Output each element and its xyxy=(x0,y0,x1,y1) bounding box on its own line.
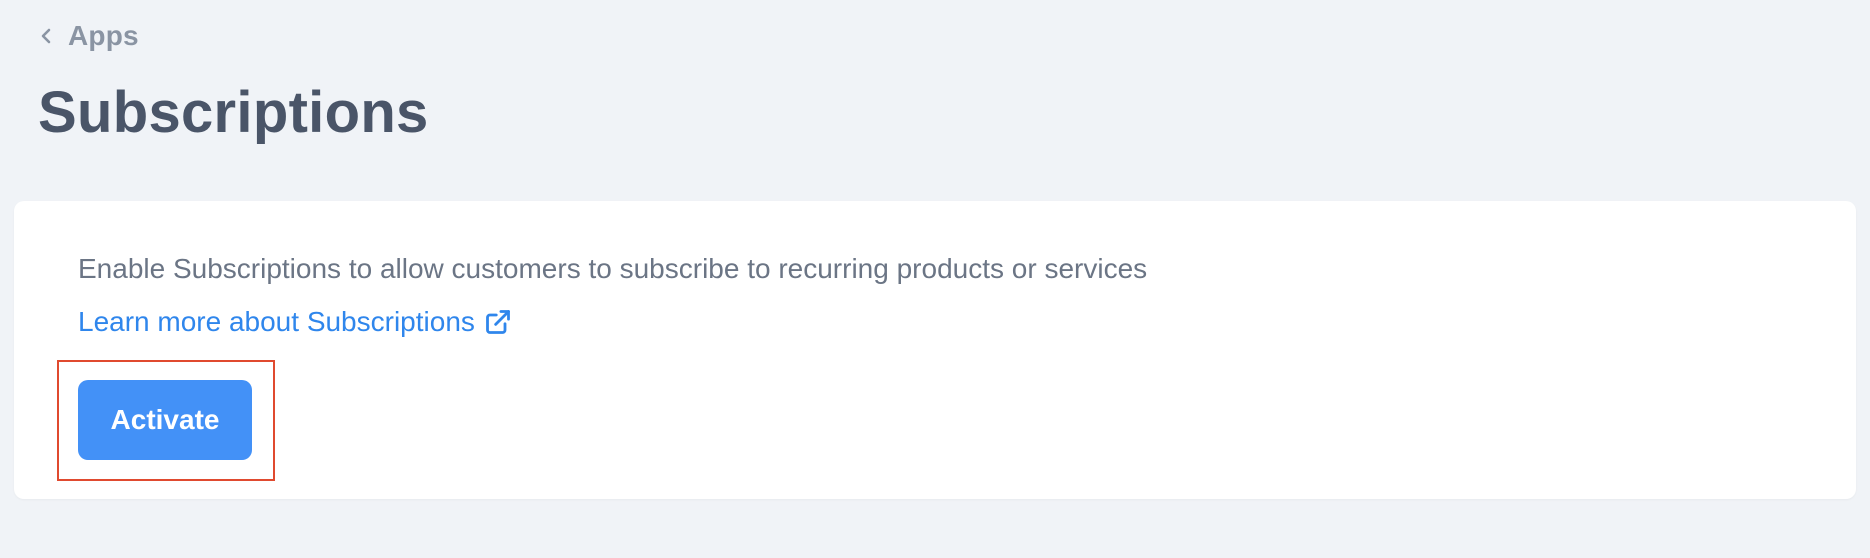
breadcrumb-back-to-apps[interactable]: Apps xyxy=(38,18,139,54)
page: Apps Subscriptions Enable Subscriptions … xyxy=(0,0,1870,558)
subscriptions-card: Enable Subscriptions to allow customers … xyxy=(14,201,1856,499)
breadcrumb-label: Apps xyxy=(68,20,139,51)
learn-more-link[interactable]: Learn more about Subscriptions xyxy=(78,304,513,340)
chevron-left-icon xyxy=(38,28,54,44)
learn-more-label: Learn more about Subscriptions xyxy=(78,306,475,337)
external-link-icon xyxy=(483,307,513,337)
card-description: Enable Subscriptions to allow customers … xyxy=(78,253,1148,284)
activate-button[interactable]: Activate xyxy=(78,380,252,460)
page-title: Subscriptions xyxy=(38,80,429,145)
